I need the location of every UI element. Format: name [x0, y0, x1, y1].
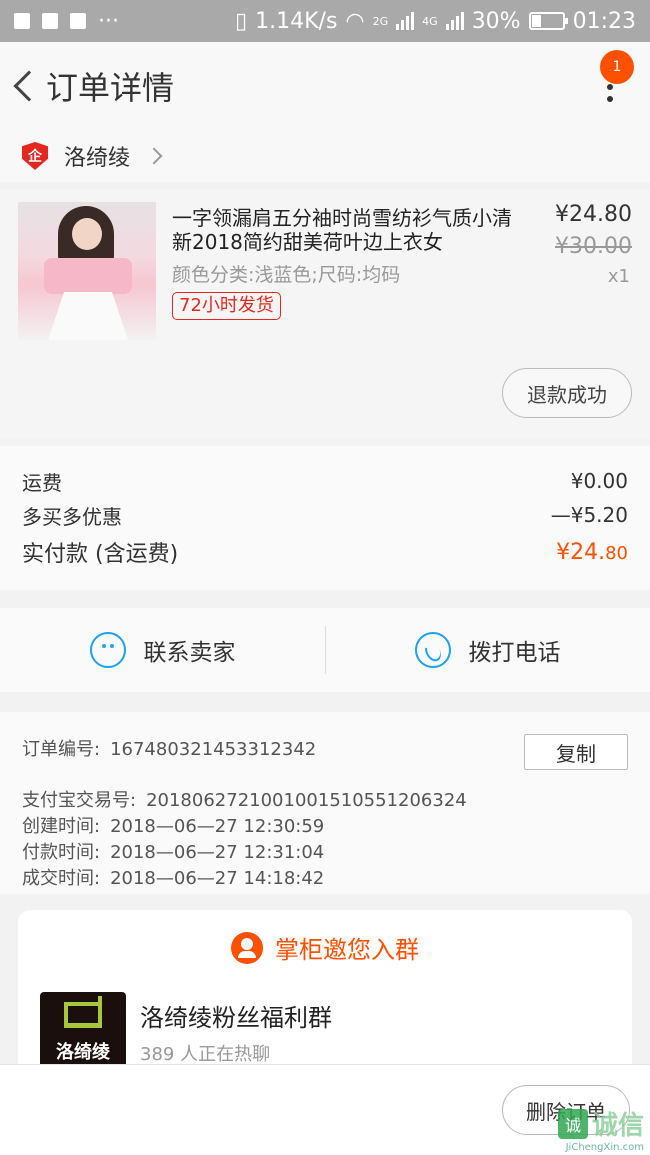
discount-label: 多买多优惠	[22, 504, 122, 529]
group-member-count: 389 人正在热聊	[140, 1044, 271, 1065]
divider	[325, 626, 326, 674]
app-grid-icon	[70, 13, 86, 29]
status-bar: ··· ▯ 1.14K/s ◠ 2G 4G 30% 01:23	[0, 0, 650, 42]
shipping-tag: 72小时发货	[172, 292, 281, 320]
signal-icon	[445, 12, 464, 30]
bottom-action-bar: 删除订单 诚 诚信 JiChengXin.com	[0, 1064, 650, 1155]
fee-summary: 运费 ¥0.00 多买多优惠 —¥5.20 实付款 (含运费) ¥24.80	[0, 446, 650, 590]
watermark-url: JiChengXin.com	[565, 1142, 644, 1153]
chevron-right-icon	[145, 147, 163, 165]
contact-bar: 联系卖家 拨打电话	[0, 608, 650, 692]
shipping-label: 运费	[22, 470, 62, 495]
battery-percent: 30%	[471, 8, 521, 34]
chevron-left-icon	[13, 70, 45, 102]
info-value: 2018062721001001510551206324	[146, 790, 467, 811]
product-image[interactable]	[18, 202, 156, 340]
wifi-icon: ◠	[345, 8, 365, 34]
phone-icon	[414, 632, 451, 668]
shop-name: 洛绮绫	[64, 146, 131, 171]
shipping-row: 运费 ¥0.00	[22, 464, 628, 498]
product-original-price: ¥30.00	[555, 234, 632, 259]
group-header: 掌柜邀您入群	[18, 930, 632, 965]
call-phone-button[interactable]: 拨打电话	[325, 608, 650, 692]
alipay-trade-row: 支付宝交易号: 2018062721001001510551206324	[22, 788, 628, 814]
page-title: 订单详情	[46, 69, 175, 107]
enterprise-shield-icon: 企	[22, 142, 48, 170]
status-system: ▯ 1.14K/s ◠ 2G 4G 30% 01:23	[235, 9, 636, 34]
watermark: 诚 诚信 JiChengXin.com	[557, 1105, 644, 1153]
network-speed: 1.14K/s	[255, 8, 338, 34]
group-name: 洛绮绫粉丝福利群	[140, 1004, 332, 1032]
back-button[interactable]	[2, 42, 46, 130]
watermark-text: 诚信	[591, 1111, 644, 1141]
info-key: 支付宝交易号:	[22, 790, 137, 811]
created-time-row: 创建时间: 2018—06—27 12:30:59	[22, 814, 628, 840]
net-2g-label: 2G	[372, 14, 389, 28]
group-people-icon	[231, 931, 263, 964]
call-phone-label: 拨打电话	[468, 640, 561, 666]
total-label: 实付款 (含运费)	[22, 542, 179, 567]
more-notifications-icon: ···	[98, 8, 119, 34]
notification-badge: 1	[600, 50, 634, 84]
info-value: 2018—06—27 12:31:04	[110, 842, 325, 863]
watermark-logo-icon: 诚	[557, 1108, 588, 1139]
info-key: 订单编号:	[22, 739, 101, 760]
signal-icon	[396, 12, 415, 30]
info-key: 成交时间:	[22, 868, 101, 889]
shipping-value: ¥0.00	[570, 469, 628, 493]
info-value: 167480321453312342	[110, 739, 317, 760]
chat-icon	[89, 632, 126, 668]
refund-status-button[interactable]: 退款成功	[502, 368, 632, 418]
total-row: 实付款 (含运费) ¥24.80	[22, 532, 628, 572]
contact-seller-button[interactable]: 联系卖家	[0, 608, 325, 692]
product-card: 一字领漏肩五分袖时尚雪纺衫气质小清新2018简约甜美荷叶边上衣女 颜色分类:浅蓝…	[0, 190, 650, 438]
contact-seller-label: 联系卖家	[143, 640, 236, 666]
paid-time-row: 付款时间: 2018—06—27 12:31:04	[22, 840, 628, 866]
order-info: 订单编号: 167480321453312342 支付宝交易号: 201806272…	[0, 712, 650, 894]
product-quantity: x1	[607, 266, 630, 287]
net-4g-label: 4G	[422, 14, 438, 28]
discount-row: 多买多优惠 —¥5.20	[22, 498, 628, 532]
group-invite-title: 掌柜邀您入群	[275, 936, 419, 964]
image-icon	[42, 13, 58, 29]
shop-row[interactable]: 企 洛绮绫	[0, 130, 650, 182]
info-key: 创建时间:	[22, 816, 101, 837]
product-title[interactable]: 一字领漏肩五分袖时尚雪纺衫气质小清新2018简约甜美荷叶边上衣女	[172, 206, 524, 254]
copy-button[interactable]: 复制	[524, 734, 628, 770]
nav-header: 订单详情 1	[0, 42, 650, 130]
product-sku: 颜色分类:浅蓝色;尺码:均码	[172, 264, 401, 286]
discount-value: —¥5.20	[550, 503, 628, 527]
product-price: ¥24.80	[555, 202, 632, 227]
info-value: 2018—06—27 14:18:42	[110, 868, 325, 889]
battery-icon	[528, 12, 568, 30]
info-key: 付款时间:	[22, 842, 101, 863]
clock: 01:23	[572, 8, 636, 34]
deal-time-row: 成交时间: 2018—06—27 14:18:42	[22, 866, 628, 892]
vibrate-icon: ▯	[235, 8, 248, 34]
app-grid-icon	[14, 13, 30, 29]
status-notifications: ···	[14, 9, 119, 34]
total-value: ¥24.80	[556, 539, 628, 565]
info-value: 2018—06—27 12:30:59	[110, 816, 325, 837]
